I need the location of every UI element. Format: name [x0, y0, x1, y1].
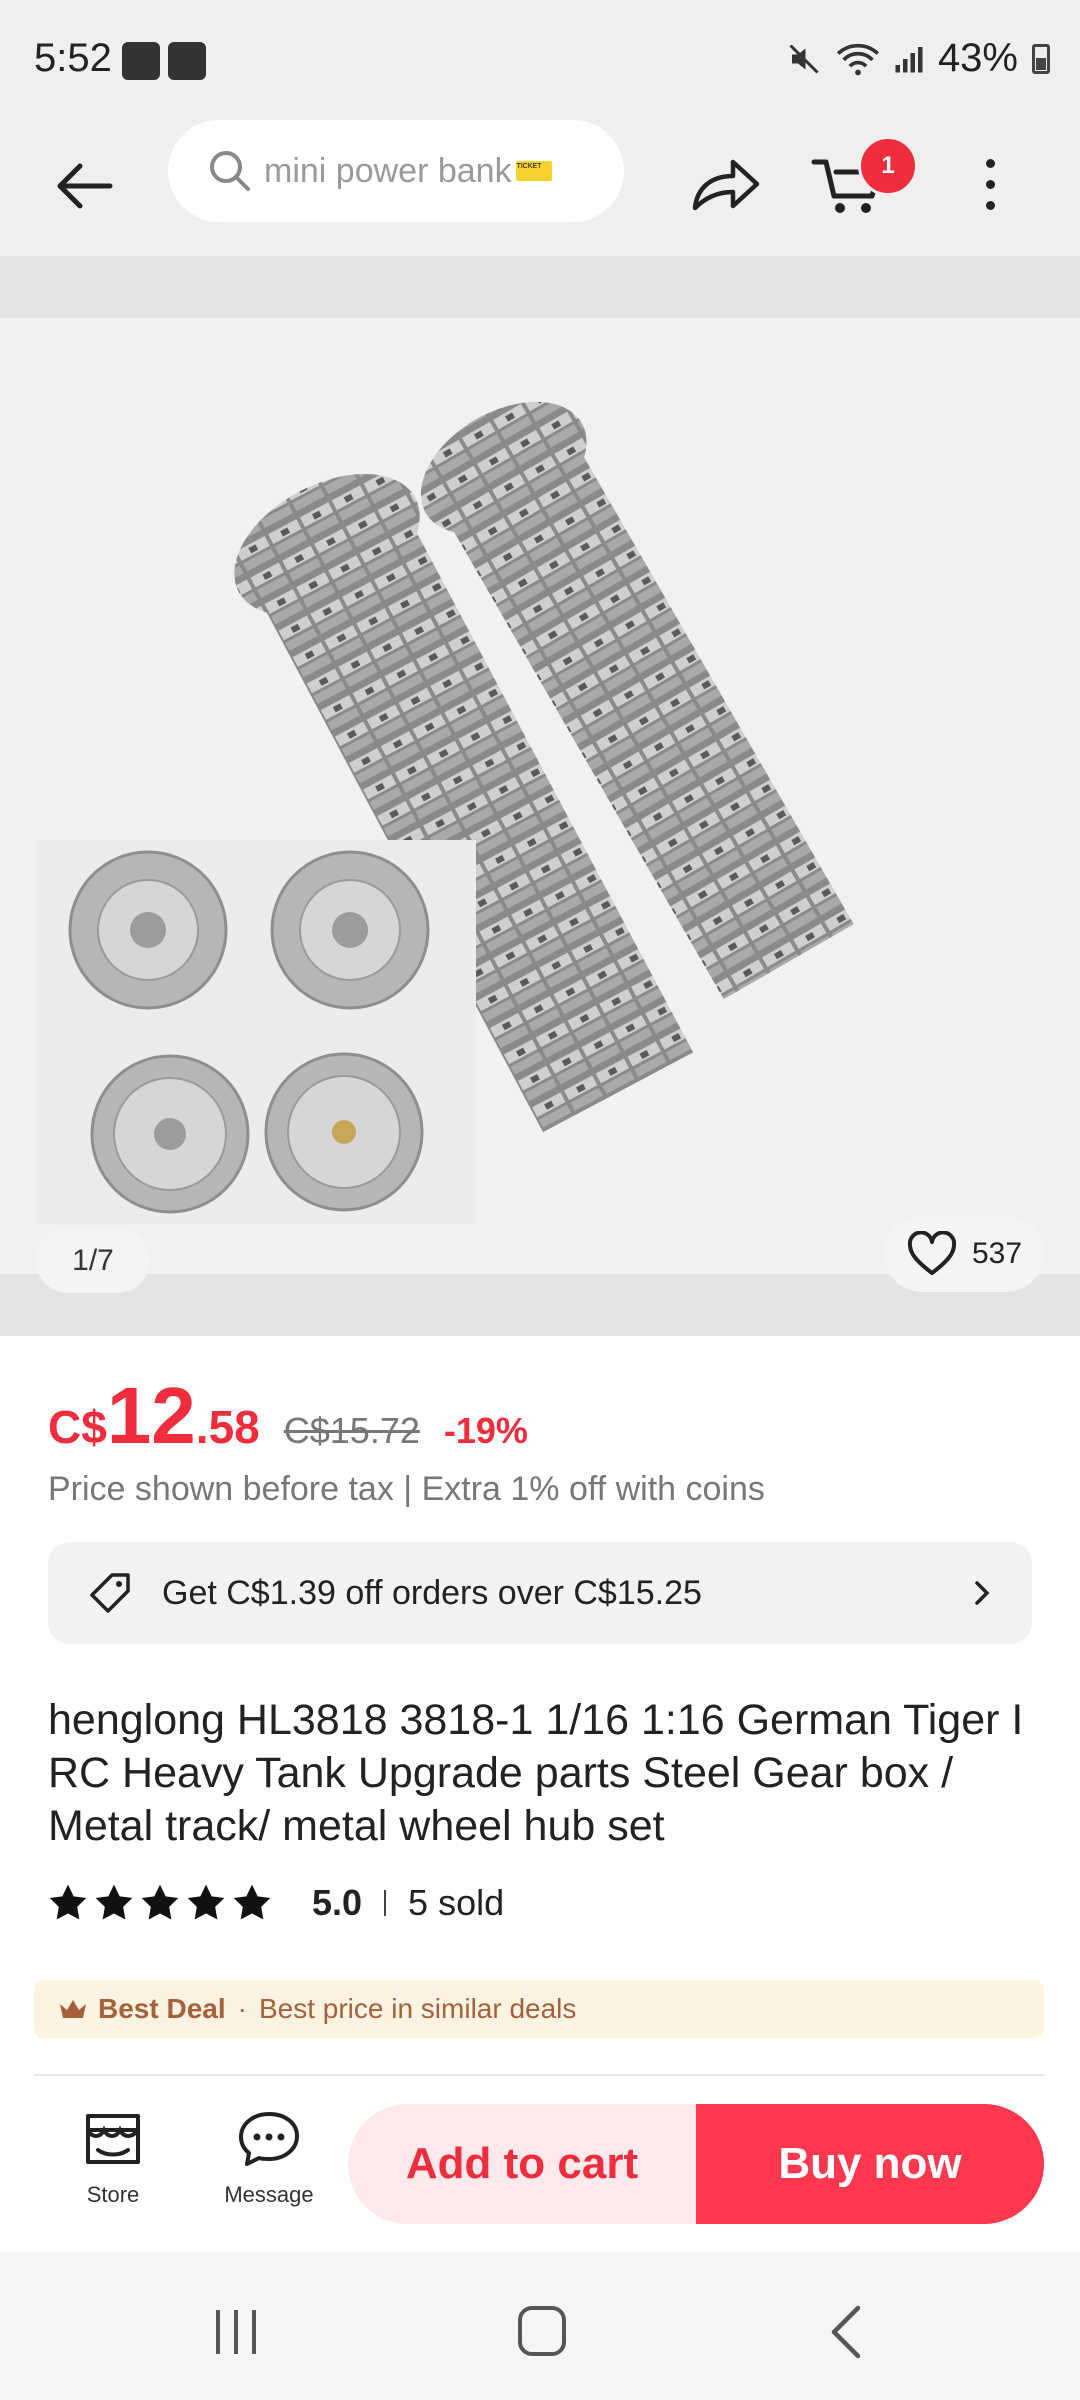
star-icon [187, 1884, 225, 1920]
heart-icon [907, 1231, 957, 1275]
price-currency: C$ [48, 1401, 107, 1453]
status-bar: 5:52 43% [0, 0, 1080, 120]
coupon-text: Get C$1.39 off orders over C$15.25 [162, 1573, 702, 1612]
signal-icon [895, 46, 923, 72]
home-button[interactable] [518, 2306, 566, 2356]
dot-icon [985, 200, 995, 210]
header: mini power bank TICKET 1 [0, 120, 1080, 256]
star-icon [141, 1884, 179, 1920]
crown-icon [60, 2000, 86, 2018]
star-icon [49, 1884, 87, 1920]
status-indicators: 43% [786, 36, 1050, 81]
original-price: C$15.72 [283, 1410, 420, 1451]
message-icon [239, 2112, 299, 2166]
buy-now-button[interactable]: Buy now [696, 2104, 1044, 2224]
best-deal-label: Best Deal [98, 1993, 226, 2024]
bar-icon [216, 2310, 220, 2354]
search-placeholder: mini power bank [264, 151, 512, 190]
search-icon [210, 151, 250, 191]
message-label: Message [224, 2182, 314, 2207]
share-button[interactable] [684, 142, 768, 226]
store-label: Store [86, 2182, 140, 2207]
tank-tracks-image [0, 318, 1080, 1274]
product-title: henglong HL3818 3818-1 1/16 1:16 German … [48, 1696, 1024, 1850]
cart-count-badge: 1 [858, 136, 918, 196]
back-button[interactable] [44, 146, 124, 226]
battery-percent: 43% [937, 36, 1018, 80]
discount-badge: -19% [443, 1410, 528, 1451]
battery-icon [1032, 43, 1050, 74]
star-icon [95, 1884, 133, 1920]
price-integer: 12 [106, 1371, 196, 1460]
arrow-left-icon [57, 163, 113, 209]
status-time: 5:52 [34, 36, 112, 80]
system-nav-bar [0, 2252, 1080, 2400]
dot-icon [985, 158, 995, 168]
bar-icon [234, 2310, 238, 2354]
mute-icon [789, 43, 819, 74]
best-deal-separator: · [237, 1993, 247, 2024]
product-gallery[interactable]: 1/7 537 [0, 256, 1080, 1336]
rating-row[interactable]: 5.0 5 sold [48, 1882, 504, 1924]
image-counter: 1/7 [36, 1229, 150, 1293]
best-deal-banner[interactable]: Best Deal · Best price in similar deals [34, 1980, 1044, 2038]
mail-notification-icon [168, 42, 206, 80]
divider [384, 1890, 387, 1916]
coupon-banner[interactable]: Get C$1.39 off orders over C$15.25 [48, 1542, 1032, 1644]
best-deal-text: Best price in similar deals [258, 1993, 577, 2024]
search-bar[interactable]: mini power bank TICKET [168, 120, 624, 222]
sold-count: 5 sold [408, 1882, 505, 1923]
store-icon [86, 2114, 140, 2164]
add-to-cart-button[interactable]: Add to cart [348, 2104, 696, 2224]
bottom-action-bar: Store Message Add to cart Buy now [0, 2076, 1080, 2252]
wishlist-button[interactable]: 537 [884, 1216, 1044, 1292]
star-icon [233, 1884, 271, 1920]
chevron-right-icon [975, 1581, 990, 1605]
store-button[interactable]: Store [53, 2110, 173, 2208]
cart-button[interactable]: 1 [810, 136, 918, 232]
more-options-button[interactable] [960, 142, 1020, 226]
recent-apps-button[interactable] [216, 2310, 256, 2354]
aliexpress-notification-icon [122, 42, 160, 80]
tax-note: Price shown before tax | Extra 1% off wi… [48, 1470, 765, 1508]
nav-back-button[interactable] [826, 2304, 866, 2360]
bar-icon [252, 2310, 256, 2354]
wifi-icon [836, 43, 879, 75]
tag-icon [90, 1573, 130, 1613]
price-row: C$ 12 .58 C$15.72 -19% [48, 1370, 528, 1462]
wishlist-count: 537 [971, 1237, 1023, 1270]
message-button[interactable]: Message [209, 2110, 329, 2208]
dot-icon [985, 179, 995, 189]
product-image[interactable] [0, 318, 1080, 1274]
ticket-badge: TICKET [515, 161, 552, 181]
rating-score: 5.0 [312, 1882, 363, 1923]
star-rating [48, 1883, 272, 1923]
price-decimal: .58 [195, 1401, 260, 1453]
share-icon [692, 159, 760, 211]
